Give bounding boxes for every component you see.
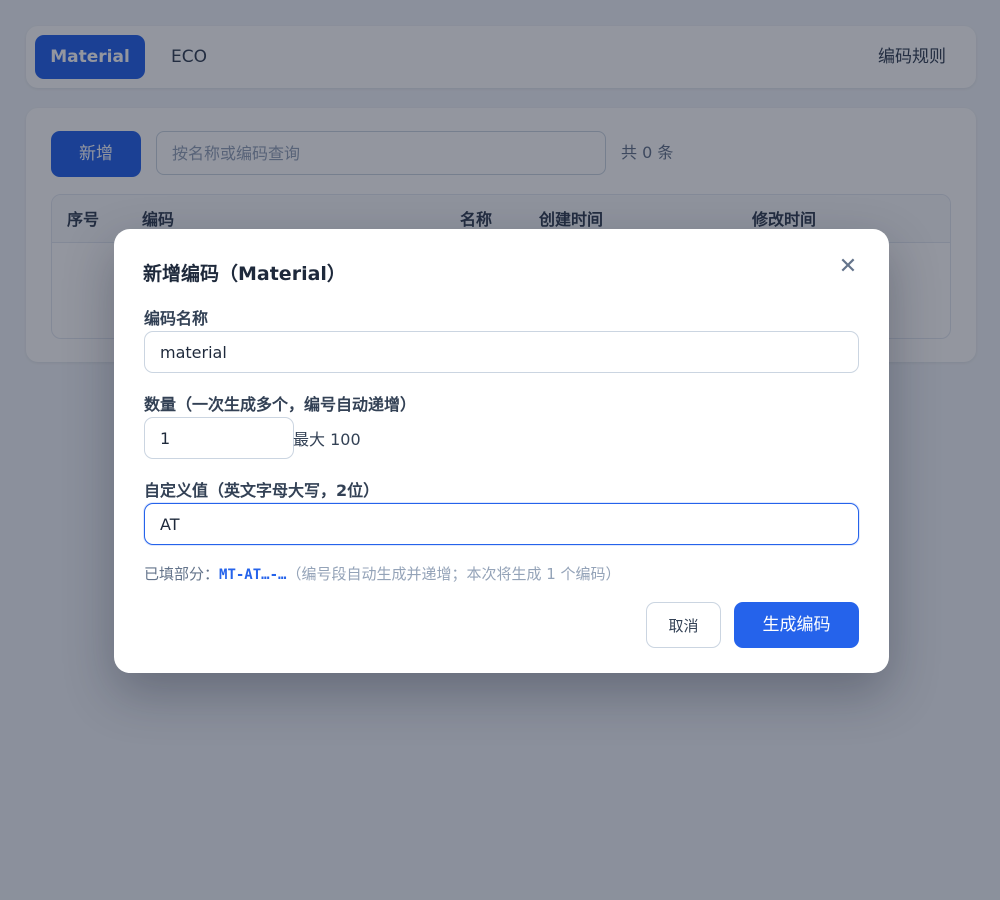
quantity-input[interactable] (144, 417, 294, 459)
cancel-button[interactable]: 取消 (646, 602, 721, 648)
generate-code-button[interactable]: 生成编码 (734, 602, 859, 648)
custom-value-input[interactable] (144, 503, 859, 545)
filled-code: MT-AT…-… (219, 567, 287, 583)
add-code-dialog: 新增编码（Material） ✕ 编码名称 数量（一次生成多个，编号自动递增） … (114, 229, 889, 673)
quantity-max-hint: 最大 100 (293, 430, 361, 449)
quantity-label: 数量（一次生成多个，编号自动递增） (144, 395, 417, 414)
close-icon[interactable]: ✕ (837, 255, 859, 279)
filled-preview: 已填部分：MT-AT…-…（编号段自动生成并递增；本次将生成 1 个编码） (144, 563, 621, 584)
name-label: 编码名称 (144, 309, 209, 328)
custom-value-label: 自定义值（英文字母大写，2位） (144, 481, 380, 500)
dialog-title: 新增编码（Material） (143, 263, 346, 285)
filled-note: （编号段自动生成并递增；本次将生成 1 个编码） (286, 565, 621, 583)
filled-prefix: 已填部分： (144, 565, 220, 583)
code-name-input[interactable] (144, 331, 859, 373)
